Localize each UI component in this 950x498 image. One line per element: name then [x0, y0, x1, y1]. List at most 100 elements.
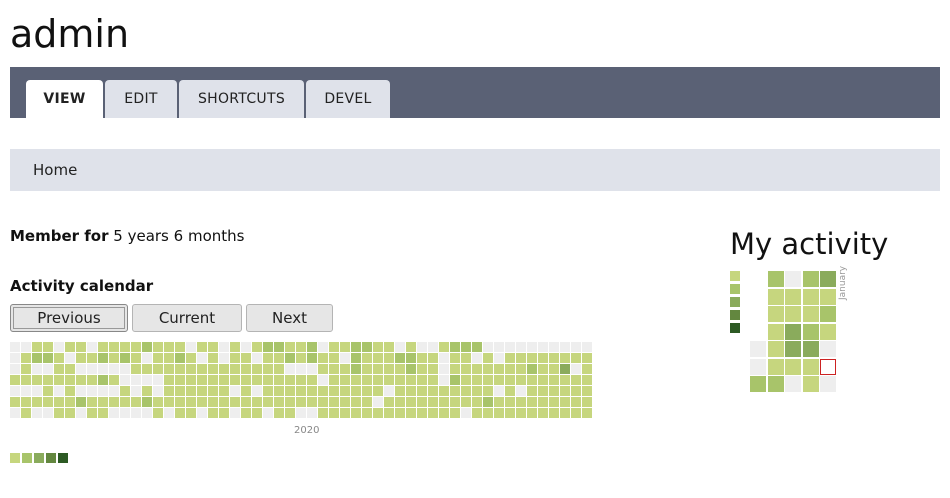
- calendar-day-cell: [21, 342, 31, 352]
- calendar-day-cell: [395, 375, 405, 385]
- calendar-day-cell: [65, 397, 75, 407]
- calendar-day-cell: [164, 342, 174, 352]
- calendar-day-cell: [406, 408, 416, 418]
- calendar-day-cell: [54, 364, 64, 374]
- calendar-day-cell: [230, 408, 240, 418]
- tab-shortcuts[interactable]: SHORTCUTS: [179, 80, 304, 118]
- calendar-day-cell: [483, 342, 493, 352]
- calendar-day-cell: [54, 375, 64, 385]
- calendar-day-cell: [109, 397, 119, 407]
- calendar-day-cell: [219, 364, 229, 374]
- current-button[interactable]: Current: [132, 304, 242, 332]
- calendar-day-cell: [131, 408, 141, 418]
- calendar-day-cell: [384, 364, 394, 374]
- calendar-day-cell: [373, 397, 383, 407]
- calendar-day-cell: [98, 397, 108, 407]
- calendar-day-cell: [571, 386, 581, 396]
- calendar-day-cell: [750, 359, 766, 375]
- calendar-day-cell: [98, 386, 108, 396]
- calendar-day-cell: [505, 342, 515, 352]
- tab-devel[interactable]: DEVEL: [306, 80, 390, 118]
- calendar-day-cell: [263, 353, 273, 363]
- member-for-label: Member for: [10, 227, 109, 245]
- calendar-day-cell: [109, 386, 119, 396]
- calendar-day-cell: [406, 375, 416, 385]
- breadcrumb-home-link[interactable]: Home: [33, 161, 77, 179]
- calendar-day-cell: [109, 342, 119, 352]
- calendar-day-cell: [296, 408, 306, 418]
- calendar-day-cell: [219, 386, 229, 396]
- breadcrumb: Home: [10, 149, 940, 191]
- calendar-day-cell: [252, 397, 262, 407]
- calendar-day-cell: [109, 353, 119, 363]
- calendar-day-cell: [549, 386, 559, 396]
- calendar-day-cell: [439, 375, 449, 385]
- calendar-day-cell: [164, 375, 174, 385]
- next-button[interactable]: Next: [246, 304, 333, 332]
- calendar-day-cell: [109, 364, 119, 374]
- tab-view[interactable]: VIEW: [26, 80, 103, 118]
- calendar-day-cell: [65, 353, 75, 363]
- calendar-day-cell: [483, 397, 493, 407]
- calendar-day-cell: [538, 386, 548, 396]
- calendar-day-cell: [285, 375, 295, 385]
- calendar-day-cell: [318, 364, 328, 374]
- calendar-day-cell: [318, 342, 328, 352]
- calendar-day-cell: [153, 386, 163, 396]
- calendar-day-cell: [87, 386, 97, 396]
- calendar-day-cell: [785, 271, 801, 287]
- calendar-day-cell: [450, 342, 460, 352]
- calendar-day-cell: [175, 364, 185, 374]
- calendar-day-cell: [351, 397, 361, 407]
- calendar-day-cell: [219, 397, 229, 407]
- calendar-day-cell: [803, 376, 819, 392]
- calendar-day-cell: [21, 397, 31, 407]
- calendar-day-cell: [582, 386, 592, 396]
- calendar-day-cell: [803, 306, 819, 322]
- calendar-day-cell: [362, 342, 372, 352]
- calendar-day-cell: [263, 375, 273, 385]
- tab-edit[interactable]: EDIT: [105, 80, 177, 118]
- calendar-day-cell: [340, 386, 350, 396]
- calendar-day-cell: [351, 408, 361, 418]
- calendar-day-cell: [483, 386, 493, 396]
- calendar-day-cell: [208, 364, 218, 374]
- calendar-day-cell: [65, 386, 75, 396]
- calendar-day-cell: [175, 397, 185, 407]
- calendar-day-cell: [175, 386, 185, 396]
- calendar-day-cell: [274, 353, 284, 363]
- calendar-day-cell: [252, 386, 262, 396]
- calendar-day-cell: [450, 375, 460, 385]
- calendar-day-cell: [395, 342, 405, 352]
- calendar-day-cell: [32, 397, 42, 407]
- calendar-day-cell: [428, 364, 438, 374]
- calendar-day-cell: [351, 364, 361, 374]
- calendar-day-cell: [307, 342, 317, 352]
- calendar-day-cell: [87, 397, 97, 407]
- calendar-day-cell: [296, 342, 306, 352]
- calendar-day-cell: [252, 408, 262, 418]
- tab-bar: VIEW EDIT SHORTCUTS DEVEL: [10, 67, 940, 118]
- calendar-day-cell: [76, 342, 86, 352]
- calendar-day-cell: [417, 353, 427, 363]
- calendar-day-cell: [43, 353, 53, 363]
- calendar-day-cell: [527, 353, 537, 363]
- previous-button[interactable]: Previous: [10, 304, 128, 332]
- calendar-day-cell: [252, 375, 262, 385]
- calendar-day-cell: [461, 397, 471, 407]
- calendar-day-cell: [296, 397, 306, 407]
- calendar-day-cell: [329, 375, 339, 385]
- calendar-day-cell: [76, 408, 86, 418]
- calendar-day-cell: [164, 364, 174, 374]
- calendar-day-cell: [494, 397, 504, 407]
- legend-swatch: [34, 453, 44, 463]
- calendar-day-cell: [560, 375, 570, 385]
- my-activity-title: My activity: [730, 227, 889, 261]
- calendar-day-cell: [219, 353, 229, 363]
- calendar-day-cell: [274, 397, 284, 407]
- calendar-day-cell: [186, 386, 196, 396]
- calendar-day-cell: [219, 408, 229, 418]
- calendar-day-cell: [803, 289, 819, 305]
- calendar-day-cell: [54, 408, 64, 418]
- calendar-day-cell: [241, 342, 251, 352]
